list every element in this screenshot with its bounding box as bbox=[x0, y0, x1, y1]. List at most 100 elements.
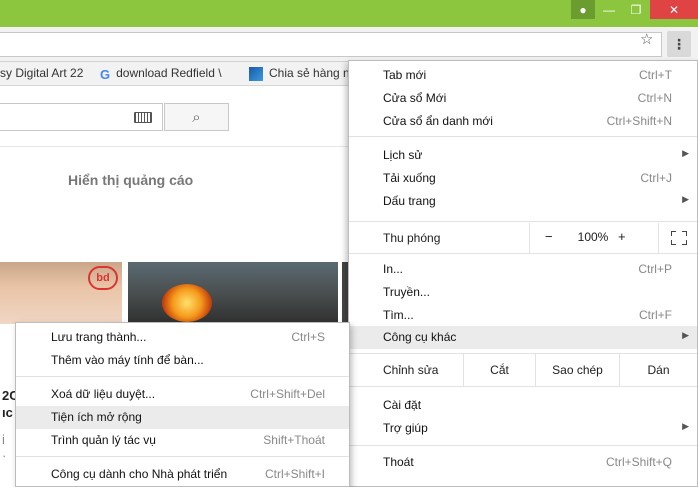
user-profile-button[interactable]: ● bbox=[571, 0, 595, 19]
bookmark-label: sy Digital Art 22 bbox=[0, 66, 84, 80]
keyboard-icon[interactable] bbox=[134, 112, 152, 123]
menu-item-downloads[interactable]: Tải xuống Ctrl+J bbox=[349, 167, 697, 190]
menu-item-shortcut: Ctrl+N bbox=[637, 91, 672, 105]
copy-label: Sao chép bbox=[552, 363, 603, 377]
menu-item-shortcut: Ctrl+J bbox=[640, 171, 672, 185]
site-favicon-icon bbox=[249, 66, 263, 81]
chevron-right-icon: ▶ bbox=[682, 194, 689, 204]
submenu-item-label: Tiện ích mở rộng bbox=[51, 410, 142, 424]
article-thumbnail[interactable] bbox=[128, 262, 338, 324]
maximize-button[interactable]: ❐ bbox=[623, 0, 649, 19]
edit-label: Chỉnh sửa bbox=[383, 363, 439, 377]
close-button[interactable]: ✕ bbox=[650, 0, 698, 19]
cut-label: Cắt bbox=[490, 363, 509, 377]
more-tools-submenu: Lưu trang thành... Ctrl+S Thêm vào máy t… bbox=[15, 322, 350, 487]
menu-item-new-window[interactable]: Cửa sổ Mới Ctrl+N bbox=[349, 87, 697, 110]
menu-separator bbox=[349, 136, 697, 137]
bookmark-item[interactable]: sy Digital Art 22 bbox=[0, 66, 83, 80]
menu-item-label: Cài đặt bbox=[383, 398, 422, 412]
zoom-controls: − 100% + bbox=[529, 223, 697, 253]
close-icon: ✕ bbox=[668, 2, 680, 17]
minimize-icon: — bbox=[603, 2, 615, 17]
chrome-menu-button[interactable]: ⋮ bbox=[667, 31, 691, 57]
submenu-item-label: Xoá dữ liệu duyệt... bbox=[51, 387, 156, 401]
menu-item-label: Lịch sử bbox=[383, 148, 423, 162]
submenu-item-label: Trình quản lý tác vụ bbox=[51, 433, 156, 447]
menu-item-history[interactable]: Lịch sử ▶ bbox=[349, 144, 697, 167]
article-title-fragment[interactable]: ıc bbox=[2, 405, 13, 420]
paste-label: Dán bbox=[647, 363, 670, 377]
menu-item-label: Tìm... bbox=[383, 308, 414, 322]
menu-separator bbox=[349, 221, 697, 222]
menu-item-label: Truyền... bbox=[383, 285, 430, 299]
menu-item-exit[interactable]: Thoát Ctrl+Shift+Q bbox=[349, 451, 697, 474]
chevron-right-icon: ▶ bbox=[682, 421, 689, 431]
menu-item-shortcut: Ctrl+P bbox=[638, 262, 672, 276]
article-meta-fragment: i bbox=[2, 432, 5, 447]
chevron-right-icon: ▶ bbox=[682, 148, 689, 158]
menu-item-help[interactable]: Trợ giúp ▶ bbox=[349, 417, 697, 440]
zoom-level: 100% bbox=[577, 230, 609, 244]
google-icon: G bbox=[100, 66, 111, 82]
menu-item-new-tab[interactable]: Tab mới Ctrl+T bbox=[349, 64, 697, 87]
bookmark-item[interactable]: Gdownload Redfield \ bbox=[100, 66, 222, 82]
page-search-button[interactable]: ⌕ bbox=[164, 103, 229, 131]
menu-item-label: Thoát bbox=[383, 455, 414, 469]
submenu-item-task-manager[interactable]: Trình quản lý tác vụ Shift+Thoát bbox=[16, 429, 349, 452]
address-bar[interactable] bbox=[0, 32, 662, 57]
bookmark-label: Chia sẻ hàng n bbox=[269, 66, 350, 80]
menu-item-label: Tab mới bbox=[383, 68, 427, 82]
submenu-item-extensions[interactable]: Tiện ích mở rộng bbox=[16, 406, 349, 429]
cut-button[interactable]: Cắt bbox=[463, 354, 535, 386]
page-search-input[interactable] bbox=[0, 103, 163, 131]
menu-item-shortcut: Ctrl+Shift+Q bbox=[605, 455, 672, 469]
search-icon: ⌕ bbox=[192, 108, 201, 126]
copy-button[interactable]: Sao chép bbox=[535, 354, 619, 386]
bookmark-item[interactable]: Chia sẻ hàng n bbox=[249, 66, 350, 81]
brand-logo: bd bbox=[88, 266, 118, 290]
menu-item-print[interactable]: In... Ctrl+P bbox=[349, 258, 697, 281]
menu-item-settings[interactable]: Cài đặt bbox=[349, 394, 697, 417]
menu-separator bbox=[349, 386, 697, 387]
menu-separator bbox=[16, 376, 349, 377]
ad-placeholder: Hiển thị quảng cáo bbox=[68, 172, 194, 188]
zoom-label: Thu phóng bbox=[383, 231, 441, 245]
menu-item-incognito[interactable]: Cửa sổ ẩn danh mới Ctrl+Shift+N bbox=[349, 110, 697, 133]
menu-zoom-row: Thu phóng − 100% + bbox=[349, 223, 697, 253]
submenu-item-clear-data[interactable]: Xoá dữ liệu duyệt... Ctrl+Shift+Del bbox=[16, 383, 349, 406]
menu-item-shortcut: Ctrl+F bbox=[639, 308, 672, 322]
menu-item-cast[interactable]: Truyền... bbox=[349, 281, 697, 304]
zoom-out-button[interactable]: − bbox=[545, 229, 553, 244]
submenu-item-shortcut: Ctrl+Shift+Del bbox=[250, 387, 325, 401]
minimize-button[interactable]: — bbox=[596, 0, 622, 19]
menu-item-more-tools[interactable]: Công cụ khác ▶ bbox=[349, 326, 697, 349]
chrome-main-menu: Tab mới Ctrl+T Cửa sổ Mới Ctrl+N Cửa sổ … bbox=[348, 60, 698, 487]
bookmark-star-icon[interactable]: ☆ bbox=[640, 30, 653, 48]
submenu-item-label: Công cụ dành cho Nhà phát triển bbox=[51, 467, 228, 481]
submenu-item-save-page[interactable]: Lưu trang thành... Ctrl+S bbox=[16, 326, 349, 349]
fullscreen-icon bbox=[670, 231, 687, 245]
submenu-item-shortcut: Shift+Thoát bbox=[263, 433, 325, 447]
zoom-in-button[interactable]: + bbox=[618, 229, 626, 244]
submenu-item-shortcut: Ctrl+S bbox=[291, 330, 325, 344]
title-bar: ● — ❐ ✕ bbox=[0, 0, 698, 27]
article-thumbnail[interactable]: bd bbox=[0, 262, 122, 324]
menu-item-label: Công cụ khác bbox=[383, 330, 457, 344]
menu-item-label: Tải xuống bbox=[383, 171, 436, 185]
maximize-icon: ❐ bbox=[630, 2, 642, 17]
submenu-item-label: Lưu trang thành... bbox=[51, 330, 147, 344]
kebab-menu-icon: ⋮ bbox=[672, 35, 686, 52]
chevron-right-icon: ▶ bbox=[682, 330, 689, 340]
submenu-item-add-desktop[interactable]: Thêm vào máy tính để bàn... bbox=[16, 349, 349, 372]
submenu-item-dev-tools[interactable]: Công cụ dành cho Nhà phát triển Ctrl+Shi… bbox=[16, 463, 349, 486]
paste-button[interactable]: Dán bbox=[619, 354, 697, 386]
menu-item-find[interactable]: Tìm... Ctrl+F bbox=[349, 304, 697, 327]
article-meta-fragment: · bbox=[2, 448, 7, 463]
menu-separator bbox=[16, 456, 349, 457]
menu-item-label: Cửa sổ ẩn danh mới bbox=[383, 114, 493, 128]
menu-item-bookmarks[interactable]: Dấu trang ▶ bbox=[349, 190, 697, 213]
menu-separator bbox=[349, 253, 697, 254]
bookmark-label: download Redfield \ bbox=[116, 66, 222, 80]
explosion-image bbox=[162, 284, 212, 322]
fullscreen-button[interactable] bbox=[658, 223, 698, 253]
